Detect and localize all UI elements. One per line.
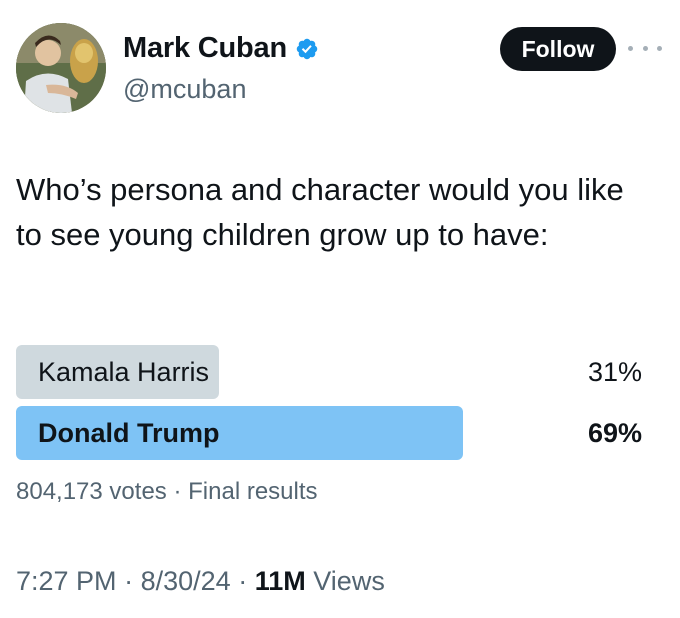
tweet-text: Who’s persona and character would you li… (16, 172, 624, 252)
poll-option-kamala-harris: Kamala Harris 31% (16, 345, 656, 401)
poll-option-donald-trump: Donald Trump 69% (16, 406, 656, 462)
poll-option-label: Donald Trump (38, 418, 220, 448)
author-display-name[interactable]: Mark Cuban (123, 32, 287, 65)
tweet-date[interactable]: 8/30/24 (141, 566, 231, 596)
views-count: 11M (254, 566, 306, 596)
avatar[interactable] (16, 23, 106, 113)
poll-option-percent: 69% (587, 418, 642, 448)
poll-option-percent: 31% (587, 357, 642, 387)
avatar-photo (16, 23, 106, 113)
poll-option-label: Kamala Harris (38, 357, 210, 387)
footer-separator: · (124, 566, 134, 596)
poll-meta-separator: · (173, 478, 182, 505)
author-handle[interactable]: @mcuban (123, 74, 246, 105)
footer-separator: · (238, 566, 248, 596)
follow-button[interactable]: Follow (500, 27, 616, 71)
poll: Kamala Harris 31% Donald Trump 69% (16, 345, 656, 467)
verified-badge-icon[interactable] (295, 37, 319, 61)
views-label: Views (313, 566, 385, 596)
tweet-time[interactable]: 7:27 PM (16, 566, 117, 596)
tweet-card: Mark Cuban @mcuban Follow Who’s persona … (0, 0, 680, 618)
poll-meta: 804,173 votes · Final results (16, 478, 318, 506)
more-horizontal-icon[interactable] (628, 38, 662, 58)
poll-vote-count: 804,173 votes (16, 478, 167, 505)
author-name-row[interactable]: Mark Cuban (123, 32, 319, 65)
tweet-footer: 7:27 PM · 8/30/24 · 11M Views (16, 566, 385, 597)
poll-status: Final results (188, 478, 318, 505)
